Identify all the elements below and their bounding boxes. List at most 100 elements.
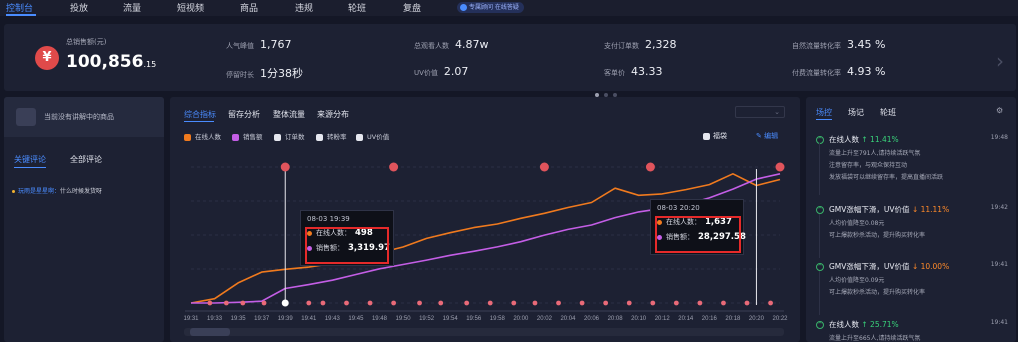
stat-value: 4.87w	[455, 38, 489, 51]
comment-text: 什么时候发货呀	[60, 188, 103, 195]
event-marker	[438, 300, 444, 306]
x-tick-label: 20:08	[608, 316, 624, 322]
event-line: 流量上升至665人,请持续活跃气氛	[829, 335, 921, 342]
tab-console[interactable]: 控制台	[6, 1, 33, 14]
event-title: 在线人数	[829, 135, 859, 144]
event-marker	[417, 300, 422, 306]
stat-total-viewers: 总观看人数 4.87w	[414, 38, 489, 51]
stat-value: 1分38秒	[260, 67, 303, 80]
event-marker	[464, 300, 470, 306]
total-sales-value: 100,856.15	[66, 52, 156, 72]
x-tick-label: 19:58	[490, 316, 506, 322]
event-marker	[697, 300, 703, 306]
stat-natural-conversion: 自然流量转化率 3.45 %	[792, 38, 885, 51]
stat-stay-duration: 停留时长 1分38秒	[226, 65, 303, 81]
up-arrow-icon: ^	[816, 263, 824, 271]
fudai-bag-icon	[280, 162, 290, 172]
event-line: 人均价值降至0.08元	[829, 220, 885, 227]
tab-review[interactable]: 复盘	[403, 1, 421, 14]
fudai-bag-icon	[539, 162, 549, 172]
x-tick-label: 19:48	[372, 316, 388, 322]
stat-paid-orders: 支付订单数 2,328	[604, 38, 677, 51]
x-tick-label: 19:45	[348, 316, 364, 322]
comment-user[interactable]: 玩雨是星星啊：	[18, 188, 60, 195]
x-tick-label: 19:50	[396, 316, 412, 322]
stat-label: 总观看人数	[414, 42, 449, 50]
x-tick-label: 20:20	[749, 316, 765, 322]
current-product-header: 当前没有讲解中的商品	[4, 97, 164, 137]
event-line: 人均价值降至0.09元	[829, 277, 885, 284]
event-item: ^ 在线人数 ↑ 11.41% 19:48 流量上升至791人,请持续活跃气氛 注…	[816, 134, 1008, 181]
x-tick-label: 20:02	[537, 316, 553, 322]
highlight-box	[655, 216, 741, 253]
event-item: ^ GMV涨幅下滑，UV价值 ↓ 11.11% 19:42 人均价值降至0.08元…	[816, 204, 1008, 239]
event-line: 发放福袋可以继续留存率，提高直播间活跃	[829, 174, 944, 181]
timeline-line	[819, 143, 820, 195]
stat-value: 2.07	[443, 65, 469, 78]
tab-traffic[interactable]: 流量	[123, 1, 141, 14]
event-time: 19:42	[990, 204, 1008, 211]
top-nav: 控制台 投放 流量 短视频 商品 违规 轮班 复盘 专属顾问 在线答疑	[0, 0, 1018, 16]
x-tick-label: 19:39	[278, 316, 294, 322]
event-marker	[511, 300, 517, 306]
tab-short-video[interactable]: 短视频	[177, 1, 204, 14]
event-marker	[603, 300, 609, 306]
x-tick-label: 19:33	[207, 316, 223, 322]
x-tick-label: 20:22	[772, 316, 788, 322]
event-line: 可上爆款秒杀活动，提升购买转化率	[829, 232, 926, 239]
x-tick-label: 19:52	[419, 316, 435, 322]
active-tab-underline	[6, 14, 36, 16]
tab-field-notes[interactable]: 场记	[848, 107, 864, 118]
event-marker	[306, 300, 312, 306]
settings-gear-icon[interactable]: ⚙	[996, 106, 1003, 115]
stat-label: 付费流量转化率	[792, 69, 841, 77]
product-placeholder-icon	[16, 108, 36, 126]
field-control-panel: 场控 场记 轮班 ⚙ ^ 在线人数 ↑ 11.41% 19:48 流量上升至791…	[806, 97, 1016, 342]
tab-ads[interactable]: 投放	[70, 1, 88, 14]
event-marker	[487, 300, 493, 306]
x-tick-label: 20:10	[631, 316, 647, 322]
event-change: ↓ 10.00%	[911, 262, 950, 271]
fudai-bag-icon	[645, 162, 655, 172]
x-tick-label: 19:54	[443, 316, 459, 322]
x-tick-label: 20:14	[678, 316, 694, 322]
total-sales-label: 总销售额(元)	[66, 38, 107, 46]
event-marker	[344, 300, 349, 306]
x-tick-label: 19:43	[325, 316, 341, 322]
x-tick-label: 20:18	[725, 316, 741, 322]
tab-shift[interactable]: 轮班	[880, 107, 896, 118]
tooltip-time: 08-03 19:39	[307, 215, 350, 223]
advisor-icon	[460, 4, 467, 11]
stat-value: 43.33	[631, 65, 663, 78]
tab-all-comments[interactable]: 全部评论	[70, 154, 102, 165]
x-tick-label: 19:37	[254, 316, 270, 322]
tab-shifts[interactable]: 轮班	[348, 1, 366, 14]
x-tick-label: 20:12	[655, 316, 671, 322]
event-line: 注意留存率，与观众保持互动	[829, 162, 908, 169]
x-tick-label: 20:16	[702, 316, 718, 322]
tab-field-control[interactable]: 场控	[816, 107, 832, 118]
event-title: 在线人数	[829, 320, 859, 329]
x-tick-label: 19:41	[301, 316, 317, 322]
tab-key-comments[interactable]: 关键评论	[14, 154, 46, 165]
stats-bar: ¥ 总销售额(元) 100,856.15 人气峰值 1,767 总观看人数 4.87…	[4, 24, 1016, 97]
hover-point	[281, 299, 289, 307]
comment-tab-underline	[14, 167, 46, 168]
comment-item: 玩雨是星星啊：什么时候发货呀	[12, 186, 102, 195]
next-arrow-icon[interactable]: ›	[996, 49, 1004, 73]
right-tab-underline	[816, 119, 832, 120]
up-arrow-icon: ^	[816, 136, 824, 144]
stat-avg-order: 客单价 43.33	[604, 65, 663, 78]
event-change: ↑ 25.71%	[861, 320, 899, 329]
stat-uv-value: UV价值 2.07	[414, 65, 468, 78]
sales-yen-icon: ¥	[35, 46, 59, 70]
event-marker	[626, 300, 632, 306]
x-tick-label: 20:06	[584, 316, 600, 322]
x-tick-label: 19:35	[231, 316, 247, 322]
stat-value: 3.45 %	[847, 38, 886, 51]
advisor-badge[interactable]: 专属顾问 在线答疑	[457, 2, 524, 13]
event-marker	[532, 300, 538, 306]
tab-violations[interactable]: 违规	[295, 1, 313, 14]
tab-products[interactable]: 商品	[240, 1, 258, 14]
event-marker	[556, 300, 561, 306]
